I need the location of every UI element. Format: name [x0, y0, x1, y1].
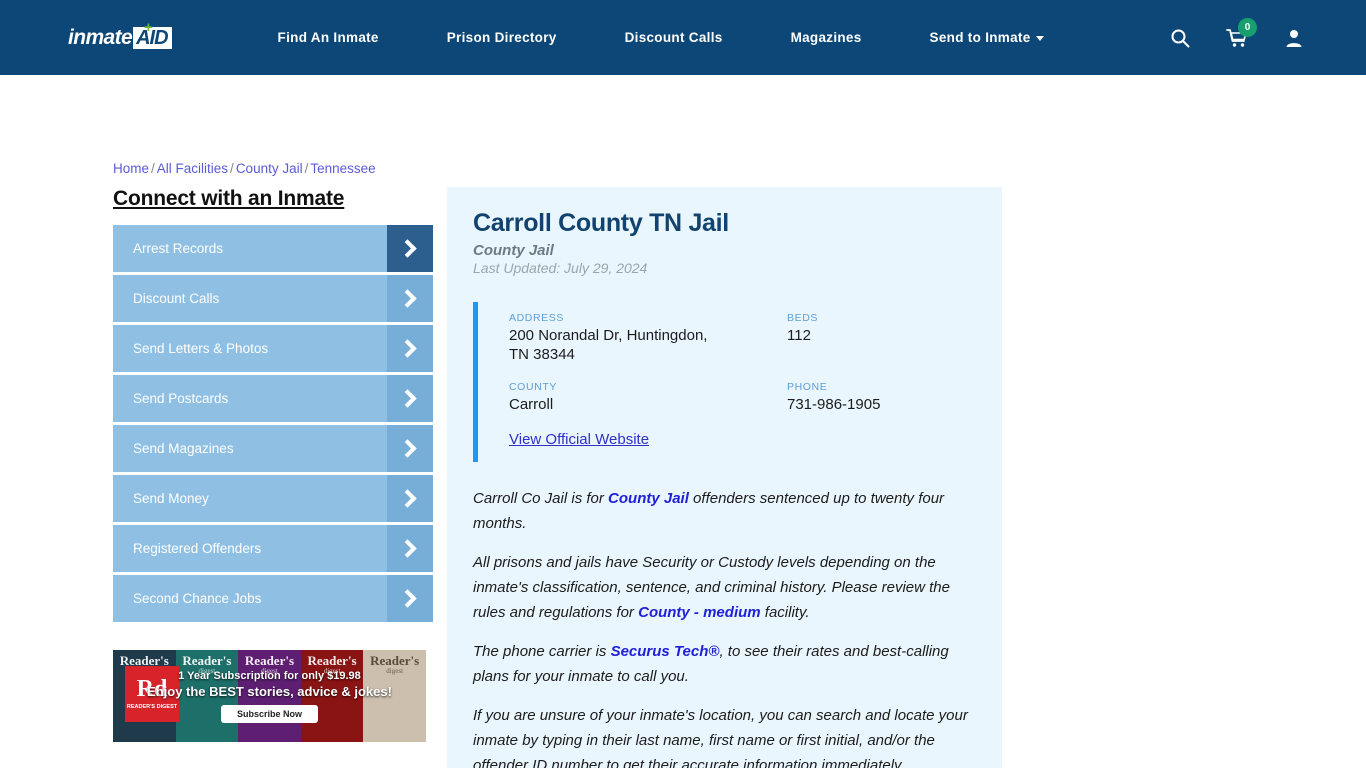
field-label: COUNTY [509, 381, 557, 393]
sidebar-item-label: Send Magazines [133, 441, 234, 456]
ad-headline: 1 Year Subscription for only $19.98 [178, 669, 361, 682]
ad-overlay: 1 Year Subscription for only $19.98 Enjo… [113, 650, 426, 742]
county-jail-link[interactable]: County Jail [608, 490, 689, 507]
field-beds: BEDS 112 [787, 312, 974, 364]
field-value: 200 Norandal Dr, Huntingdon, TN 38344 [509, 327, 708, 363]
chevron-down-icon [1035, 35, 1044, 41]
ad-subheadline: Enjoy the BEST stories, advice & jokes! [147, 683, 392, 699]
field-county: COUNTY Carroll [509, 381, 787, 414]
logo-text-inmate: inmate [68, 25, 133, 49]
breadcrumb-item-all-facilities[interactable]: All Facilities [157, 161, 228, 176]
field-label: PHONE [787, 381, 828, 393]
sidebar-item-send-postcards[interactable]: Send Postcards [113, 375, 433, 422]
securus-tech-link[interactable]: Securus Tech® [611, 643, 720, 660]
breadcrumb-separator: / [151, 161, 155, 176]
field-value: 112 [787, 327, 811, 344]
chevron-right-icon [387, 575, 433, 622]
sidebar-item-label: Send Postcards [133, 391, 229, 406]
advertisement-banner[interactable]: Reader's digest Reader's digest Reader's… [113, 650, 426, 742]
nav-item-magazines[interactable]: Magazines [757, 30, 896, 45]
sidebar: Connect with an Inmate Arrest Records Di… [113, 187, 433, 625]
p3-text-a: The phone carrier is [473, 643, 611, 660]
breadcrumb-separator: / [230, 161, 234, 176]
p1-text-a: Carroll Co Jail is for [473, 490, 609, 507]
sidebar-item-send-letters-photos[interactable]: Send Letters & Photos [113, 325, 433, 372]
field-address: ADDRESS 200 Norandal Dr, Huntingdon, TN … [509, 312, 787, 364]
sidebar-title: Connect with an Inmate [113, 187, 345, 210]
sidebar-item-send-magazines[interactable]: Send Magazines [113, 425, 433, 472]
paragraph-4: If you are unsure of your inmate's locat… [473, 707, 968, 768]
p2-text-b: facility. [760, 604, 810, 621]
breadcrumb-separator: / [304, 161, 309, 176]
sidebar-item-second-chance-jobs[interactable]: Second Chance Jobs [113, 575, 433, 622]
sidebar-item-label: Second Chance Jobs [133, 591, 262, 606]
header-icon-group: 0 [1170, 0, 1304, 75]
facility-type: County Jail [473, 242, 554, 259]
nav-label: Find An Inmate [277, 30, 379, 45]
county-medium-link[interactable]: County - medium [638, 604, 761, 621]
cart-count-badge: 0 [1238, 17, 1257, 37]
breadcrumb: Home / All Facilities / County Jail / Tennesse… [113, 161, 376, 176]
ad-subscribe-button[interactable]: Subscribe Now [220, 704, 318, 723]
last-updated-text: Last Updated: July 29, 2024 [473, 260, 648, 276]
breadcrumb-item-tennessee[interactable]: Tennessee [310, 161, 375, 176]
sidebar-item-label: Registered Offenders [133, 541, 262, 556]
site-logo[interactable]: inmate AID + [68, 20, 172, 51]
main-navigation: Find An Inmate Prison Directory Discount… [244, 30, 1078, 45]
page-title: Carroll County TN Jail [473, 209, 729, 237]
paragraph-3: The phone carrier is Securus Tech®, to s… [473, 639, 974, 689]
sidebar-item-label: Discount Calls [133, 291, 220, 306]
plus-cross-icon: + [144, 18, 153, 36]
field-value: Carroll [509, 396, 554, 413]
facility-detail-panel: Carroll County TN Jail County Jail Last … [447, 187, 1002, 768]
facility-info-box: ADDRESS 200 Norandal Dr, Huntingdon, TN … [473, 302, 974, 462]
chevron-right-icon [387, 475, 433, 522]
chevron-right-icon [387, 425, 433, 472]
search-icon[interactable] [1170, 28, 1190, 48]
breadcrumb-item-home[interactable]: Home [113, 161, 149, 176]
chevron-right-icon [387, 275, 433, 322]
facility-description: Carroll Co Jail is for County Jail offen… [473, 486, 974, 768]
sidebar-item-arrest-records[interactable]: Arrest Records [113, 225, 433, 272]
field-phone: PHONE 731-986-1905 [787, 381, 974, 414]
sidebar-item-discount-calls[interactable]: Discount Calls [113, 275, 433, 322]
chevron-right-icon [387, 525, 433, 572]
chevron-right-icon [387, 325, 433, 372]
nav-label: Prison Directory [446, 30, 557, 45]
sidebar-item-label: Arrest Records [133, 241, 224, 256]
chevron-right-icon [387, 225, 433, 272]
paragraph-2: All prisons and jails have Security or C… [473, 550, 974, 625]
paragraph-1: Carroll Co Jail is for County Jail offen… [473, 486, 974, 536]
sidebar-item-label: Send Money [133, 491, 209, 506]
sidebar-item-send-money[interactable]: Send Money [113, 475, 433, 522]
nav-label: Send to Inmate [929, 30, 1031, 45]
nav-item-prison-directory[interactable]: Prison Directory [413, 30, 591, 45]
nav-label: Magazines [790, 30, 862, 45]
cart-icon[interactable]: 0 [1226, 17, 1257, 48]
nav-label: Discount Calls [624, 30, 723, 45]
chevron-right-icon [387, 375, 433, 422]
sidebar-item-label: Send Letters & Photos [133, 341, 269, 356]
sidebar-item-registered-offenders[interactable]: Registered Offenders [113, 525, 433, 572]
field-label: ADDRESS [509, 312, 564, 324]
nav-item-send-to-inmate[interactable]: Send to Inmate [896, 30, 1078, 45]
nav-item-find-an-inmate[interactable]: Find An Inmate [244, 30, 413, 45]
field-label: BEDS [787, 312, 818, 324]
field-value: 731-986-1905 [787, 396, 881, 413]
breadcrumb-item-county-jail[interactable]: County Jail [236, 161, 303, 176]
nav-item-discount-calls[interactable]: Discount Calls [591, 30, 757, 45]
user-account-icon[interactable] [1284, 28, 1304, 48]
site-header: inmate AID + Find An Inmate Prison Direc… [0, 0, 1366, 75]
view-official-website-link[interactable]: View Official Website [509, 431, 974, 448]
